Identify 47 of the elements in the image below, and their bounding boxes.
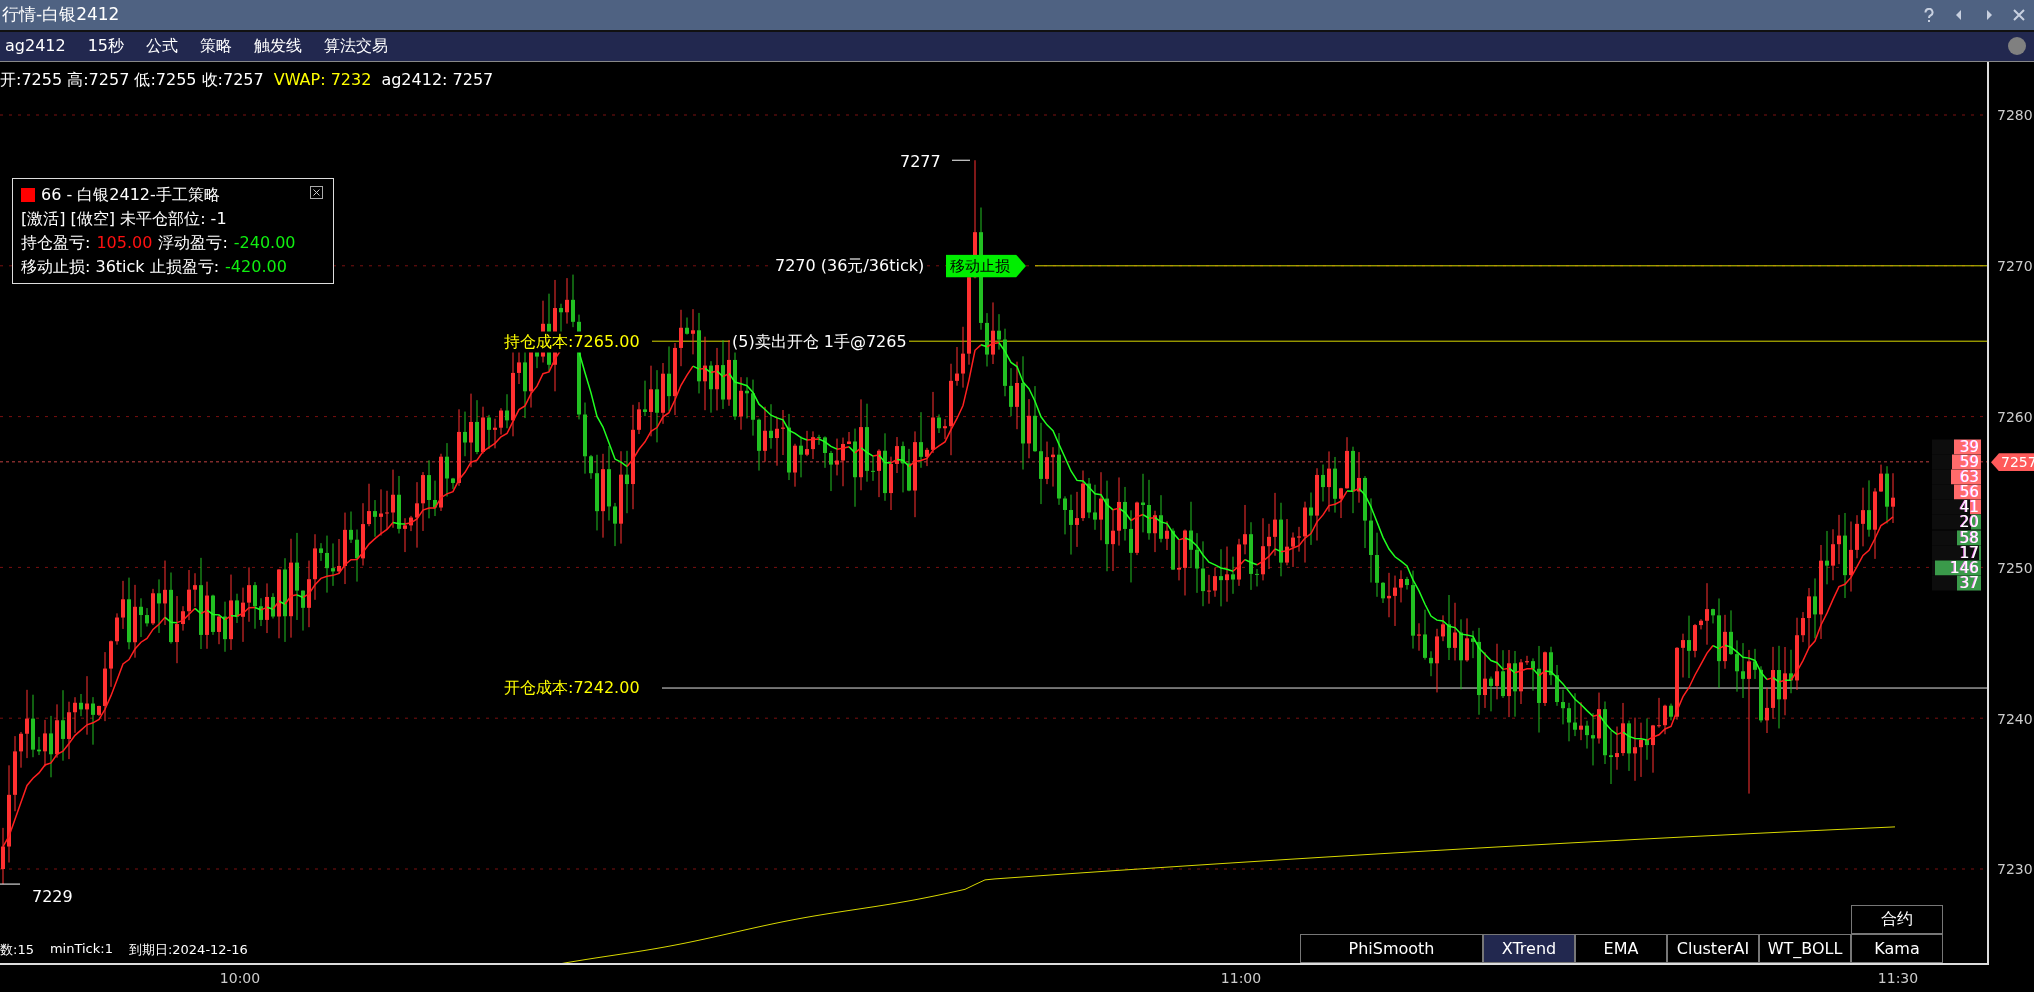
float-label: 浮动盈亏: (158, 232, 228, 255)
high-marker-line (951, 160, 971, 162)
menu-item[interactable]: 策略 (200, 36, 233, 57)
volume-value: 58 (1959, 528, 1979, 547)
price-tick-label: 7270 (1997, 258, 2033, 275)
contract-info-text: minTick:1 (49, 941, 113, 959)
indicator-button[interactable]: ClusterAI (1667, 934, 1759, 964)
low-marker-line (0, 883, 21, 885)
quote-text: 开:7255 高:7257 低:7255 收:7257 (0, 70, 264, 92)
indicator-button[interactable]: PhiSmooth (1300, 934, 1483, 964)
menu-item[interactable]: 触发线 (254, 36, 303, 57)
stop-label: 移动止损: 36tick 止损盈亏: (21, 256, 220, 279)
help-icon[interactable] (1922, 7, 1936, 22)
indicator-button[interactable]: XTrend (1483, 934, 1575, 964)
menu-item[interactable]: 公式 (146, 36, 179, 57)
menu-item[interactable]: 算法交易 (324, 36, 389, 57)
close-icon[interactable] (310, 186, 323, 200)
float-value: -240.00 (233, 232, 296, 255)
pnl-label: 持仓盈亏: (21, 232, 91, 255)
pnl-value: 105.00 (96, 232, 153, 255)
contract-info-text: 数:15 (0, 941, 34, 960)
indicator-button[interactable]: Kama (1851, 934, 1943, 964)
price-tick-label: 7230 (1997, 861, 2033, 878)
menu-item[interactable]: ag2412 (5, 36, 66, 57)
cost-label: 持仓成本:7265.00 (502, 331, 642, 352)
quote-text: VWAP: 7232 (273, 70, 372, 92)
indicator-button[interactable]: WT_BOLL (1759, 934, 1851, 964)
time-tick-label: 10:00 (219, 970, 261, 987)
time-tick-label: 11:00 (1220, 970, 1262, 987)
indicator-button[interactable]: EMA (1575, 934, 1667, 964)
strategy-status: [激活] [做空] 未平仓部位: -1 (21, 208, 227, 231)
order-label: (5)卖出开仓 1手@7265 (730, 331, 909, 352)
strategy-title: 66 - 白银2412-手工策略 (41, 184, 220, 207)
price-tick-label: 7280 (1997, 107, 2033, 124)
stop-pnl-value: -420.00 (225, 256, 287, 279)
window-title: 行情-白银2412 (1, 3, 120, 27)
status-dot-icon (2008, 37, 2026, 56)
stop-loss-tag: 移动止损 (946, 254, 1026, 278)
menu-item[interactable]: 15秒 (87, 36, 125, 57)
price-tick-label: 7240 (1997, 710, 2033, 727)
price-tick-label: 7250 (1997, 559, 2033, 576)
time-tick-label: 11:30 (1877, 970, 1919, 987)
contract-button[interactable]: 合约 (1851, 905, 1943, 935)
quote-text: ag2412: 7257 (381, 70, 494, 92)
price-tick-label: 7260 (1997, 408, 2033, 425)
contract-info-text: 到期日:2024-12-16 (128, 941, 248, 960)
volume-value: 37 (1959, 573, 1979, 592)
